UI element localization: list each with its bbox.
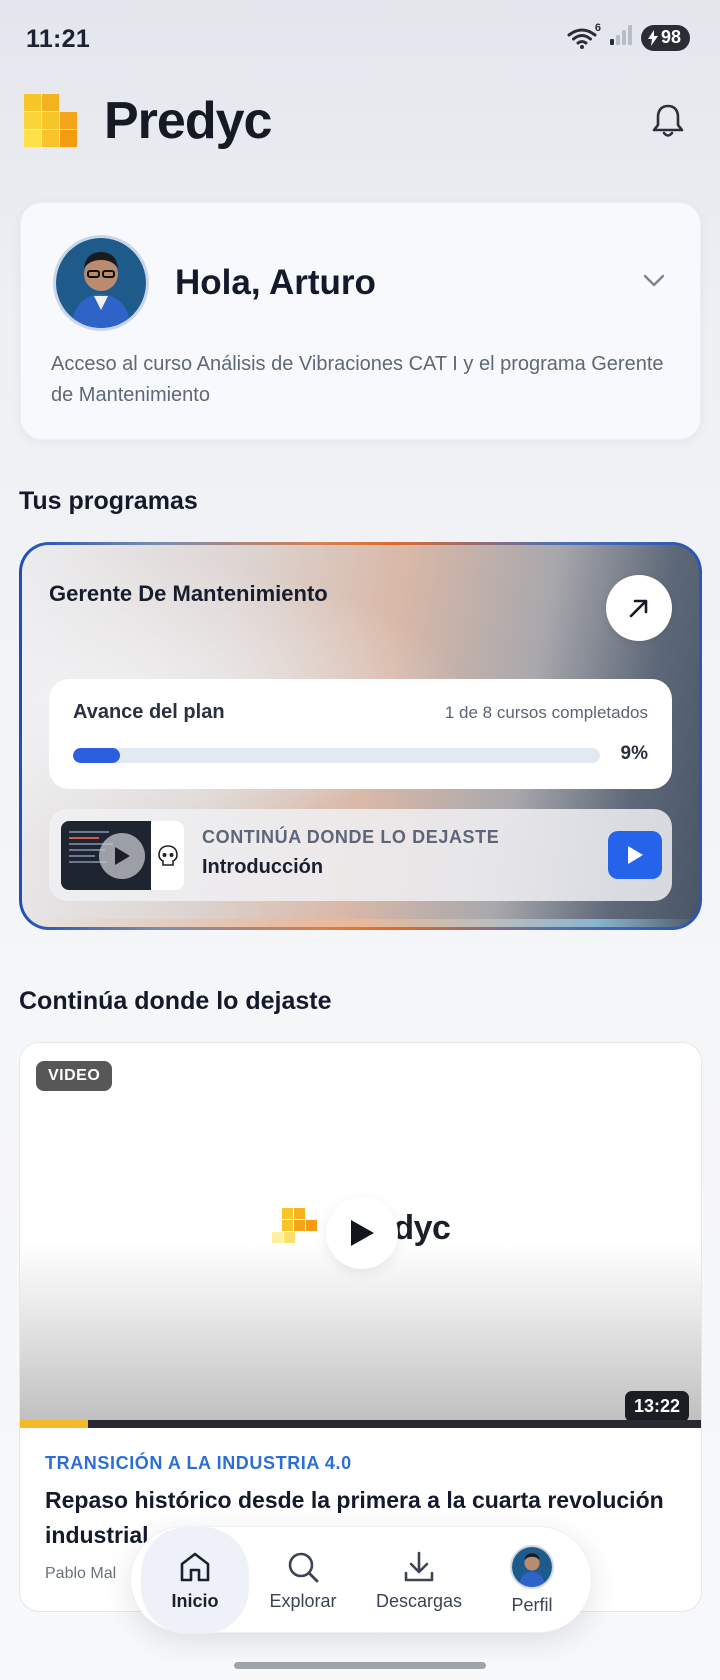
arrow-up-right-icon	[629, 599, 648, 618]
predyc-logo-icon	[272, 1208, 317, 1243]
program-card[interactable]: Gerente De Mantenimiento Avance del plan…	[19, 542, 702, 930]
resume-lesson-title: Introducción	[202, 856, 324, 878]
lesson-thumbnail	[61, 821, 184, 890]
skull-icon	[157, 844, 178, 866]
video-badge: VIDEO	[36, 1061, 113, 1091]
status-bar: 11:21 6 98	[0, 0, 720, 80]
play-icon	[628, 846, 643, 864]
battery-level: 98	[660, 27, 681, 47]
greeting-title: Hola, Arturo	[175, 263, 376, 302]
resume-lesson-row[interactable]: CONTINÚA DONDE LO DEJASTE Introducción	[49, 809, 672, 901]
nav-label-descargas: Descargas	[375, 1591, 463, 1611]
avatar	[510, 1545, 554, 1589]
home-icon	[180, 1552, 210, 1582]
battery-indicator: 98	[640, 24, 690, 51]
home-indicator[interactable]	[234, 1662, 486, 1669]
resume-play-button[interactable]	[608, 831, 662, 879]
predyc-logo-icon	[24, 94, 77, 147]
bottom-nav: Inicio Explorar Descargas Perfil	[130, 1526, 592, 1634]
search-icon	[288, 1552, 319, 1583]
nav-label-explorar: Explorar	[269, 1591, 337, 1611]
video-duration: 13:22	[624, 1391, 689, 1422]
app-header: Predyc	[0, 85, 720, 165]
greeting-description: Acceso al curso Análisis de Vibraciones …	[51, 353, 664, 406]
charging-icon	[647, 29, 658, 46]
avatar	[53, 235, 149, 331]
nav-label-inicio: Inicio	[171, 1591, 219, 1611]
video-progress-bar	[20, 1420, 701, 1428]
plan-progress-box: Avance del plan 1 de 8 cursos completado…	[49, 679, 672, 789]
continue-section-title: Continúa donde lo dejaste	[19, 987, 332, 1015]
programs-section-title: Tus programas	[19, 487, 198, 515]
play-icon	[351, 1220, 374, 1246]
signal-icon	[609, 24, 633, 51]
video-player[interactable]: VIDEO Predyc 13:22	[20, 1043, 701, 1428]
progress-bar-fill	[73, 748, 121, 763]
program-title: Gerente De Mantenimiento	[49, 581, 328, 606]
nav-item-descargas[interactable]: Descargas	[357, 1527, 481, 1634]
resume-kicker: CONTINÚA DONDE LO DEJASTE	[202, 827, 500, 847]
notifications-bell-icon[interactable]	[648, 101, 688, 141]
wifi-label: 6	[594, 21, 601, 34]
progress-bar	[73, 748, 600, 763]
open-program-button[interactable]	[606, 575, 672, 641]
progress-count: 1 de 8 cursos completados	[444, 703, 648, 722]
nav-item-perfil[interactable]: Perfil	[481, 1527, 583, 1634]
thumbnail-play-icon	[99, 833, 145, 879]
nav-label-perfil: Perfil	[511, 1595, 553, 1615]
nav-item-explorar[interactable]: Explorar	[249, 1527, 357, 1634]
video-author: Pablo Mal	[45, 1565, 117, 1582]
progress-label: Avance del plan	[73, 701, 225, 723]
wifi-icon: 6	[567, 22, 601, 50]
download-icon	[404, 1551, 434, 1582]
greeting-card[interactable]: Hola, Arturo Acceso al curso Análisis de…	[20, 202, 701, 440]
brand-name: Predyc	[104, 92, 272, 150]
chevron-down-icon[interactable]	[641, 267, 667, 293]
status-time: 11:21	[26, 25, 91, 53]
status-icons: 6 98	[567, 22, 690, 51]
video-play-button[interactable]	[326, 1197, 398, 1269]
progress-percent: 9%	[620, 743, 648, 764]
nav-item-inicio[interactable]: Inicio	[141, 1527, 249, 1634]
video-progress-fill	[20, 1420, 89, 1428]
video-category: TRANSICIÓN A LA INDUSTRIA 4.0	[45, 1453, 352, 1473]
